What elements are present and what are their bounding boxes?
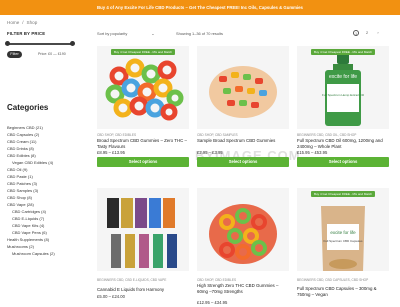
product-categories: Beginners CBD, CBD Capsules, CBD Shop: [297, 278, 369, 282]
category-link[interactable]: CBD Patches (3): [7, 180, 87, 187]
product-title[interactable]: Broad Spectrum CBD Gummies – Zero THC – …: [97, 138, 189, 149]
product-title[interactable]: Full Spectrum CBD Oil 600mg, 1200mg and …: [297, 138, 389, 149]
category-link[interactable]: Vegan CBD Edibles (4): [7, 159, 87, 166]
capsule-pouch-illustration: excite for life Full Spectrum CBD Capsul…: [297, 188, 389, 271]
sort-select-label: Sort by popularity: [97, 31, 128, 36]
product-image[interactable]: [97, 188, 189, 271]
category-link[interactable]: CBD Oil (9): [7, 166, 87, 173]
product-image[interactable]: excite for life Full Spectrum CBD Capsul…: [297, 188, 389, 271]
gummy-rings-pile-illustration: [197, 188, 289, 271]
category-link[interactable]: CBD E-Liquids (7): [7, 215, 87, 222]
product-title[interactable]: Full Spectrum CBD Capsules – 300mg & 750…: [297, 286, 389, 297]
breadcrumb-current: Shop: [26, 20, 38, 25]
breadcrumb: Home / Shop: [7, 20, 37, 25]
category-link[interactable]: CBD Capsules (2): [7, 131, 87, 138]
price-slider-max-handle[interactable]: [70, 41, 75, 46]
shop-toolbar: Sort by popularity ⌄ Showing 1–36 of 70 r…: [97, 30, 393, 39]
offer-badge: Buy 4 Get Cheapest FREE - Mix and Match: [310, 191, 376, 197]
product-image[interactable]: Buy 4 Get Cheapest FREE - Mix and Match: [97, 46, 189, 129]
filter-button[interactable]: Filter: [7, 51, 22, 58]
category-link[interactable]: CBD Drinks (8): [7, 145, 87, 152]
category-link[interactable]: CBD Samples (3): [7, 187, 87, 194]
offer-badge: Buy 4 Get Cheapest FREE - Mix and Match: [110, 49, 176, 55]
product-title[interactable]: Cannabid E Liquids from Harmony: [97, 287, 189, 293]
product-categories: Beginners CBD, CBD Oil, CBD Shop: [297, 133, 357, 137]
select-options-button[interactable]: Select options: [197, 157, 289, 167]
product-categories: Beginners CBD, CBD E-Liquids, CBD Vape: [97, 278, 167, 282]
pouch-label-text: Full Spectrum CBD Capsules: [323, 239, 363, 243]
product-categories: CBD Shop, CBD Edibles: [197, 278, 237, 282]
offer-badge: Buy 4 Get Cheapest FREE - Mix and Match: [310, 49, 376, 55]
product-price: £2.95 – £3.95: [197, 150, 223, 155]
category-link[interactable]: Mushrooms (2): [7, 243, 87, 250]
gummy-pile-illustration: [197, 46, 289, 129]
category-link[interactable]: Mushroom Capsules (2): [7, 250, 87, 257]
product-price: £8.95 – £13.95: [97, 150, 125, 155]
product-title[interactable]: Sample Broad Spectrum CBD Gummies: [197, 138, 289, 144]
gummy-rings-illustration: [97, 46, 189, 129]
select-options-button[interactable]: Select options: [97, 157, 189, 167]
sort-select[interactable]: Sort by popularity ⌄: [97, 31, 155, 36]
chevron-down-icon: ⌄: [151, 31, 155, 36]
product-categories: CBD Shop, CBD Edibles: [97, 133, 137, 137]
category-link[interactable]: CBD Cartridges (4): [7, 208, 87, 215]
category-link[interactable]: CBD Edibles (8): [7, 152, 87, 159]
product-title[interactable]: High Strength Zero THC CBD Gummies –60mg…: [197, 283, 289, 294]
next-page-arrow-icon[interactable]: ›: [375, 30, 381, 36]
category-link[interactable]: CBD Vape (28): [7, 201, 87, 208]
select-options-button[interactable]: Select options: [297, 157, 389, 167]
results-count: Showing 1–36 of 70 results: [176, 31, 223, 36]
category-link[interactable]: CBD Vape Kits (4): [7, 222, 87, 229]
bottle-label-text: Full Spectrum Hemp Extract Oil: [322, 93, 364, 97]
pouch-brand-text: excite for life: [330, 230, 356, 235]
category-link[interactable]: CBD Vape Pens (6): [7, 229, 87, 236]
product-price: £12.95 – £34.95: [197, 300, 228, 305]
breadcrumb-separator: /: [22, 20, 24, 25]
price-range-text: Price: £0 — £190: [38, 52, 66, 56]
category-link[interactable]: CBD Paste (1): [7, 173, 87, 180]
categories-title: Categories: [7, 103, 49, 112]
filter-title: FILTER BY PRICE: [7, 31, 46, 36]
breadcrumb-home[interactable]: Home: [7, 20, 19, 25]
promo-banner[interactable]: Buy 4 of Any Excite For Life CBD Product…: [0, 0, 400, 15]
product-price: £5.00 – £24.00: [97, 294, 125, 299]
pagination: 1 2 ›: [353, 30, 381, 36]
product-price: £15.95 – £53.95: [297, 150, 328, 155]
page-2-link[interactable]: 2: [364, 30, 370, 36]
product-image[interactable]: [197, 188, 289, 271]
category-link[interactable]: CBD Cream (11): [7, 138, 87, 145]
price-slider-min-handle[interactable]: [5, 41, 10, 46]
oil-bottle-illustration: excite for life Full Spectrum Hemp Extra…: [297, 46, 389, 129]
page-current[interactable]: 1: [353, 30, 359, 36]
e-liquid-bottles-illustration: [97, 188, 189, 271]
categories-list: Beginners CBD (21) CBD Capsules (2) CBD Cr…: [7, 124, 87, 257]
product-categories: CBD Shop, CBD Samples: [197, 133, 238, 137]
category-link[interactable]: Health Supplements (8): [7, 236, 87, 243]
product-image[interactable]: excite for life Full Spectrum Hemp Extra…: [297, 46, 389, 129]
bottle-brand-text: excite for life: [329, 74, 357, 80]
category-link[interactable]: Beginners CBD (21): [7, 124, 87, 131]
price-slider[interactable]: [5, 41, 75, 46]
category-link[interactable]: CBD Shop (8): [7, 194, 87, 201]
product-image[interactable]: [197, 46, 289, 129]
